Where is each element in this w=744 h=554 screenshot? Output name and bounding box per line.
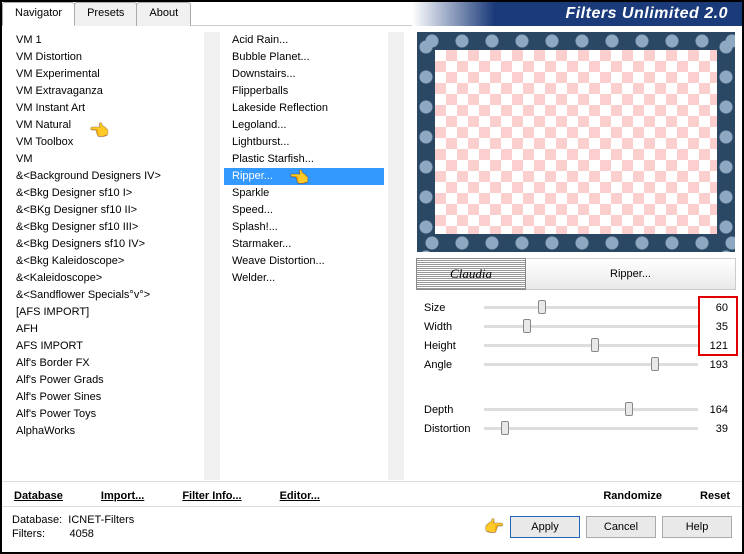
cancel-button[interactable]: Cancel <box>586 516 656 538</box>
category-item[interactable]: &<Bkg Designers sf10 IV> <box>8 236 200 253</box>
category-item[interactable]: VM Experimental <box>8 66 200 83</box>
filter-item[interactable]: Downstairs... <box>224 66 384 83</box>
category-item[interactable]: Alf's Power Grads <box>8 372 200 389</box>
category-item[interactable]: AFH <box>8 321 200 338</box>
param-row: Size 60 <box>416 298 736 317</box>
filter-item[interactable]: Ripper... <box>224 168 384 185</box>
category-item[interactable]: Alf's Power Sines <box>8 389 200 406</box>
param-row: Depth 164 <box>416 400 736 419</box>
pointer-hand-icon: 👉 <box>484 517 504 537</box>
category-item[interactable]: VM Toolbox <box>8 134 200 151</box>
category-item[interactable]: &<Bkg Designer sf10 III> <box>8 219 200 236</box>
category-item[interactable]: [AFS IMPORT] <box>8 304 200 321</box>
filter-item[interactable]: Sparkle <box>224 185 384 202</box>
param-group-2: Depth 164 Distortion 39 <box>416 400 736 438</box>
param-slider[interactable] <box>484 325 698 328</box>
param-row: Angle 193 <box>416 355 736 374</box>
param-value: 121 <box>706 340 736 352</box>
category-item[interactable]: &<Background Designers IV> <box>8 168 200 185</box>
category-item[interactable]: &<BKg Designer sf10 II> <box>8 202 200 219</box>
filter-item[interactable]: Welder... <box>224 270 384 287</box>
help-button[interactable]: Help <box>662 516 732 538</box>
apply-button[interactable]: Apply <box>510 516 580 538</box>
category-item[interactable]: VM 1 <box>8 32 200 49</box>
category-item[interactable]: &<Sandflower Specials°v°> <box>8 287 200 304</box>
filter-title: Ripper... <box>526 258 736 290</box>
param-slider[interactable] <box>484 306 698 309</box>
param-value: 35 <box>706 321 736 333</box>
category-item[interactable]: &<Bkg Kaleidoscope> <box>8 253 200 270</box>
scrollbar[interactable] <box>388 32 404 480</box>
preview-image <box>417 32 735 252</box>
filter-item[interactable]: Speed... <box>224 202 384 219</box>
param-slider[interactable] <box>484 408 698 411</box>
link-reset[interactable]: Reset <box>700 490 730 502</box>
filter-item[interactable]: Weave Distortion... <box>224 253 384 270</box>
param-row: Width 35 <box>416 317 736 336</box>
param-value: 164 <box>706 404 736 416</box>
category-item[interactable]: VM <box>8 151 200 168</box>
param-value: 60 <box>706 302 736 314</box>
category-item[interactable]: VM Distortion <box>8 49 200 66</box>
param-label: Height <box>416 340 476 352</box>
tab-about[interactable]: About <box>136 2 191 26</box>
link-database[interactable]: Database <box>14 490 63 502</box>
category-item[interactable]: &<Bkg Designer sf10 I> <box>8 185 200 202</box>
filter-item[interactable]: Bubble Planet... <box>224 49 384 66</box>
category-item[interactable]: Alf's Power Toys <box>8 406 200 423</box>
logo-badge: Claudia <box>416 258 526 290</box>
category-list[interactable]: VM 1VM DistortionVM ExperimentalVM Extra… <box>8 32 200 480</box>
category-item[interactable]: AlphaWorks <box>8 423 200 440</box>
category-item[interactable]: VM Instant Art <box>8 100 200 117</box>
param-label: Width <box>416 321 476 333</box>
banner-title: Filters Unlimited 2.0 <box>412 2 742 26</box>
link-import[interactable]: Import... <box>101 490 144 502</box>
filter-item[interactable]: Plastic Starfish... <box>224 151 384 168</box>
tab-navigator[interactable]: Navigator <box>2 2 75 26</box>
link-editor[interactable]: Editor... <box>280 490 320 502</box>
filter-item[interactable]: Starmaker... <box>224 236 384 253</box>
category-item[interactable]: Alf's Border FX <box>8 355 200 372</box>
param-label: Size <box>416 302 476 314</box>
category-item[interactable]: AFS IMPORT <box>8 338 200 355</box>
param-slider[interactable] <box>484 344 698 347</box>
filter-item[interactable]: Lakeside Reflection <box>224 100 384 117</box>
param-value: 39 <box>706 423 736 435</box>
filter-item[interactable]: Flipperballs <box>224 83 384 100</box>
filter-list[interactable]: Acid Rain...Bubble Planet...Downstairs..… <box>224 32 384 480</box>
param-slider[interactable] <box>484 427 698 430</box>
category-item[interactable]: &<Kaleidoscope> <box>8 270 200 287</box>
filter-item[interactable]: Lightburst... <box>224 134 384 151</box>
param-group-1: Size 60 Width 35 Height 121 Angle 193 <box>416 298 736 374</box>
filter-item[interactable]: Legoland... <box>224 117 384 134</box>
tab-presets[interactable]: Presets <box>74 2 137 26</box>
param-row: Distortion 39 <box>416 419 736 438</box>
filter-item[interactable]: Splash!... <box>224 219 384 236</box>
link-filter-info[interactable]: Filter Info... <box>182 490 241 502</box>
param-label: Distortion <box>416 423 476 435</box>
footer-info: Database: ICNET-Filters Filters: 4058 <box>12 513 478 541</box>
param-label: Depth <box>416 404 476 416</box>
scrollbar[interactable] <box>204 32 220 480</box>
filter-item[interactable]: Acid Rain... <box>224 32 384 49</box>
param-slider[interactable] <box>484 363 698 366</box>
category-item[interactable]: VM Extravaganza <box>8 83 200 100</box>
link-randomize[interactable]: Randomize <box>603 490 662 502</box>
category-item[interactable]: VM Natural <box>8 117 200 134</box>
param-row: Height 121 <box>416 336 736 355</box>
param-label: Angle <box>416 359 476 371</box>
param-value: 193 <box>706 359 736 371</box>
